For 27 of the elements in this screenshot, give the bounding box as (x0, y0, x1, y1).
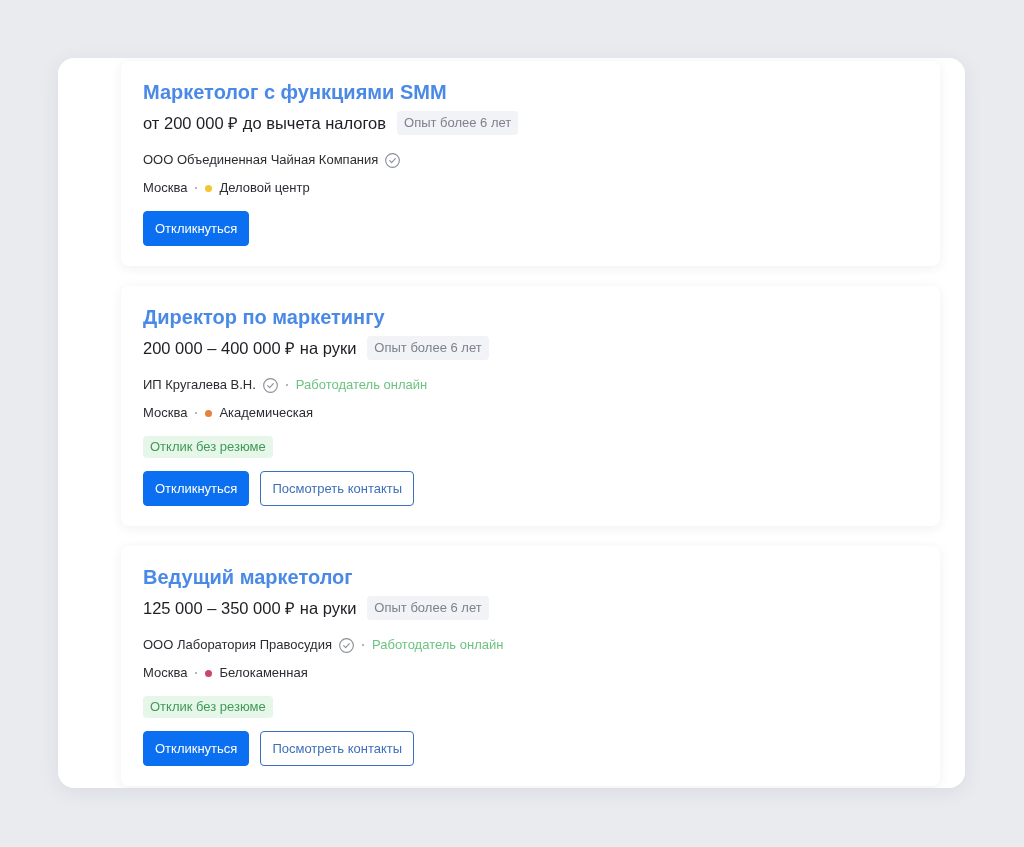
experience-tag: Опыт более 6 лет (367, 336, 489, 360)
salary-text: от 200 000 ₽ до вычета налогов (143, 113, 386, 134)
contacts-button[interactable]: Посмотреть контакты (260, 731, 415, 766)
vacancy-title-link[interactable]: Директор по маркетингу (143, 305, 385, 329)
respond-button[interactable]: Откликнуться (143, 211, 250, 246)
metro-station-text: Деловой центр (219, 179, 310, 197)
city-text: Москва (143, 404, 188, 422)
response-tag: Отклик без резюме (143, 696, 273, 718)
city-text: Москва (143, 664, 188, 682)
vacancy-title-link[interactable]: Маркетолог с функциями SMM (143, 80, 447, 104)
experience-tag: Опыт более 6 лет (397, 111, 519, 135)
company-link[interactable]: ИП Кругалева В.Н. (143, 376, 256, 394)
company-link[interactable]: ООО Лаборатория Правосудия (143, 636, 332, 654)
metro-station-text: Белокаменная (219, 664, 308, 682)
metro-station-text: Академическая (219, 404, 314, 422)
city-text: Москва (143, 179, 188, 197)
salary-text: 200 000 – 400 000 ₽ на руки (143, 338, 357, 359)
employer-online-status: Работодатель онлайн (372, 636, 504, 654)
vacancy-title-link[interactable]: Ведущий маркетолог (143, 565, 353, 589)
salary-text: 125 000 – 350 000 ₽ на руки (143, 598, 357, 619)
employer-online-status: Работодатель онлайн (295, 376, 428, 394)
experience-tag: Опыт более 6 лет (367, 596, 489, 620)
respond-button[interactable]: Откликнуться (143, 471, 250, 506)
contacts-button[interactable]: Посмотреть контакты (260, 471, 415, 506)
respond-button[interactable]: Откликнуться (143, 731, 250, 766)
response-tag: Отклик без резюме (143, 436, 273, 458)
company-link[interactable]: ООО Объединенная Чайная Компания (143, 151, 379, 169)
